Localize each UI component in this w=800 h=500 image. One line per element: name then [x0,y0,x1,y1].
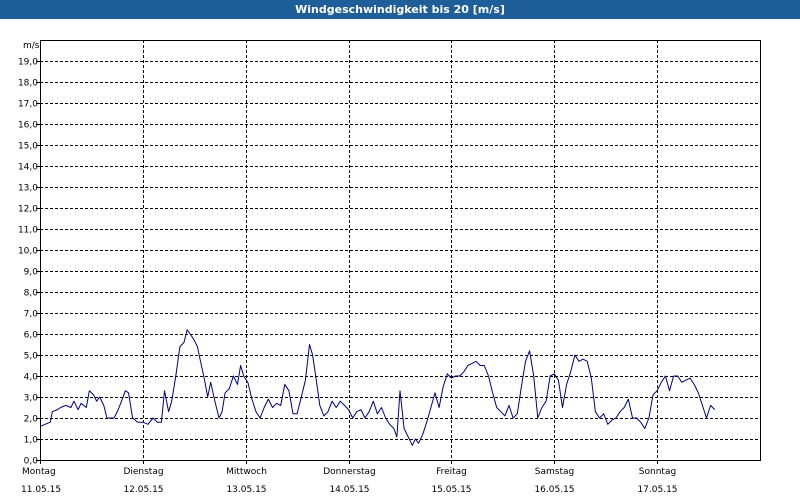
y-tick-label: 0,0 [24,457,39,467]
y-tick-label: 16,0 [18,121,38,131]
y-tick-label: 14,0 [18,163,38,173]
x-tick-day-label: Sonntag [639,467,676,477]
y-tick-label: 1,0 [24,436,39,446]
y-axis-unit-label: m/s [23,41,40,51]
y-tick-label: 15,0 [18,142,38,152]
y-tick-label: 11,0 [18,226,38,236]
series-layer [39,329,716,446]
y-tick-label: 18,0 [18,79,38,89]
x-tick-day-label: Mittwoch [226,467,267,477]
y-tick-label: 4,0 [24,373,39,383]
y-tick-label: 3,0 [24,394,39,404]
y-tick-label: 2,0 [24,415,39,425]
x-tick-day-label: Montag [22,467,56,477]
y-tick-label: 7,0 [24,310,39,320]
x-tick-date-label: 13.05.15 [226,485,266,495]
y-tick-label: 12,0 [18,205,38,215]
wind-speed-chart: 0,0 1,0 2,0 3,0 4,0 5,0 6,0 7,0 8,0 9,0 10,0 11,0 12… [18,40,761,495]
x-tick-day-label: Samstag [535,467,574,477]
x-tick-day-label: Freitag [436,467,467,477]
x-tick-date-label: 17.05.15 [637,485,677,495]
x-tick-date-label: 12.05.15 [123,485,163,495]
y-tick-label: 13,0 [18,184,38,194]
x-tick-date-label: 15.05.15 [431,485,471,495]
x-tick-date-label: 11.05.15 [21,485,61,495]
y-tick-label: 10,0 [18,247,38,257]
y-tick-label: 8,0 [24,289,39,299]
x-tick-date-label: 14.05.15 [329,485,369,495]
y-axis: 0,0 1,0 2,0 3,0 4,0 5,0 6,0 7,0 8,0 9,0 10,0 11,0 12… [18,58,40,467]
y-tick-label: 17,0 [18,100,38,110]
y-tick-label: 19,0 [18,58,38,68]
x-tick-date-label: 16.05.15 [534,485,574,495]
x-tick-day-label: Dienstag [123,467,163,477]
y-tick-label: 5,0 [24,352,39,362]
x-axis: Montag 11.05.15 Dienstag 12.05.15 Mittwoch 13… [21,460,678,495]
y-tick-label: 6,0 [24,331,39,341]
y-tick-label: 9,0 [24,268,39,278]
x-tick-day-label: Donnerstag [323,467,376,477]
wind-speed-series-line [39,329,716,446]
